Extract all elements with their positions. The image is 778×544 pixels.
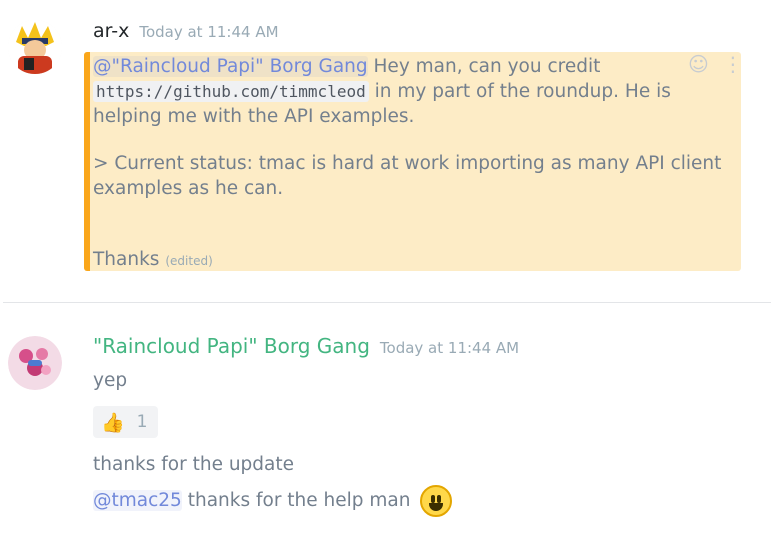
message-text: thanks for the help man	[181, 490, 411, 511]
message-text: helping me with the API examples.	[93, 106, 415, 127]
smiley-emoji-icon	[420, 485, 453, 517]
message-line: @tmac25 thanks for the help man	[93, 485, 453, 517]
reaction-count: 1	[136, 412, 148, 432]
avatar[interactable]	[8, 20, 62, 74]
message-header: "Raincloud Papi" Borg Gang Today at 11:4…	[93, 334, 519, 358]
message-text: yep	[93, 370, 128, 391]
message-header: ar-x Today at 11:44 AM	[93, 20, 279, 42]
user-mention[interactable]: @"Raincloud Papi" Borg Gang	[93, 56, 368, 77]
message-line: https://github.com/timmcleod in my part …	[93, 79, 733, 104]
message-body: @"Raincloud Papi" Borg Gang Hey man, can…	[93, 54, 733, 274]
message-text: thanks for the update	[93, 454, 295, 475]
inline-code: https://github.com/timmcleod	[93, 81, 369, 102]
avatar[interactable]	[8, 336, 62, 390]
timestamp: Today at 11:44 AM	[139, 23, 279, 41]
message-line: @"Raincloud Papi" Borg Gang Hey man, can…	[93, 54, 733, 79]
username[interactable]: ar-x	[93, 20, 129, 42]
quote-text: > Current status: tmac is hard at work i…	[93, 153, 722, 174]
user-mention[interactable]: @tmac25	[93, 490, 182, 511]
edited-label: (edited)	[165, 254, 213, 268]
thumbs-up-icon: 👍	[101, 411, 125, 434]
message-divider	[3, 302, 771, 303]
message-line: Thanks (edited)	[93, 247, 733, 274]
message-text: in my part of the roundup. He is	[368, 81, 671, 102]
username[interactable]: "Raincloud Papi" Borg Gang	[93, 334, 370, 358]
message-text: Thanks	[93, 249, 160, 270]
message-text: Hey man, can you credit	[367, 56, 601, 77]
quote-text: examples as he can.	[93, 178, 284, 199]
reaction-thumbs-up[interactable]: 👍 1	[93, 406, 158, 438]
timestamp: Today at 11:44 AM	[379, 339, 520, 357]
